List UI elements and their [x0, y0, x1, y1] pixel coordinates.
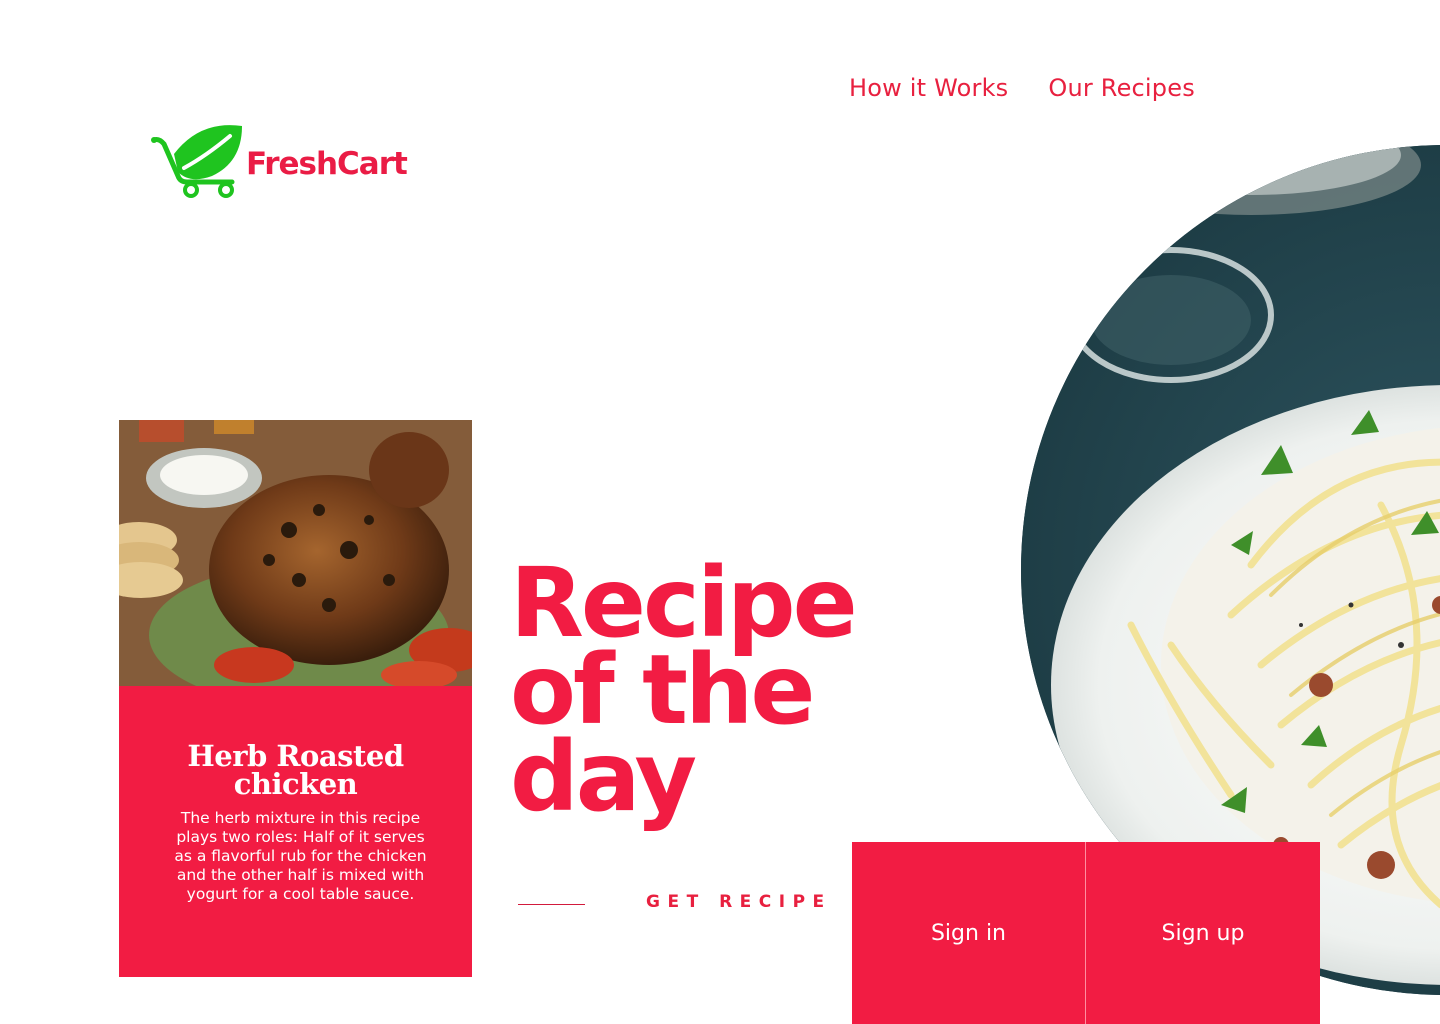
sign-up-button[interactable]: Sign up: [1086, 842, 1320, 1024]
auth-buttons: Sign in Sign up: [852, 842, 1320, 1024]
cta-divider: [518, 904, 585, 905]
top-nav: How it Works Our Recipes: [849, 74, 1195, 102]
sign-in-button[interactable]: Sign in: [852, 842, 1086, 1024]
leaf-cart-icon: [151, 125, 242, 198]
card-description: The herb mixture in this recipe plays tw…: [174, 809, 427, 903]
get-recipe-link[interactable]: GET RECIPE: [646, 892, 832, 912]
card-title: Herb Roasted chicken: [187, 739, 404, 801]
recipe-card[interactable]: Herb Roasted chicken The herb mixture in…: [119, 420, 472, 977]
landing-page: How it Works Our Recipes FreshCart Herb …: [0, 0, 1440, 1024]
roast-chicken-photo: [119, 420, 472, 686]
brand-name: FreshCart: [246, 146, 408, 182]
brand-logo[interactable]: FreshCart: [150, 122, 410, 202]
page-title: Recipe of the day: [510, 547, 858, 833]
nav-how-it-works[interactable]: How it Works: [849, 74, 1008, 102]
nav-our-recipes[interactable]: Our Recipes: [1048, 74, 1195, 102]
